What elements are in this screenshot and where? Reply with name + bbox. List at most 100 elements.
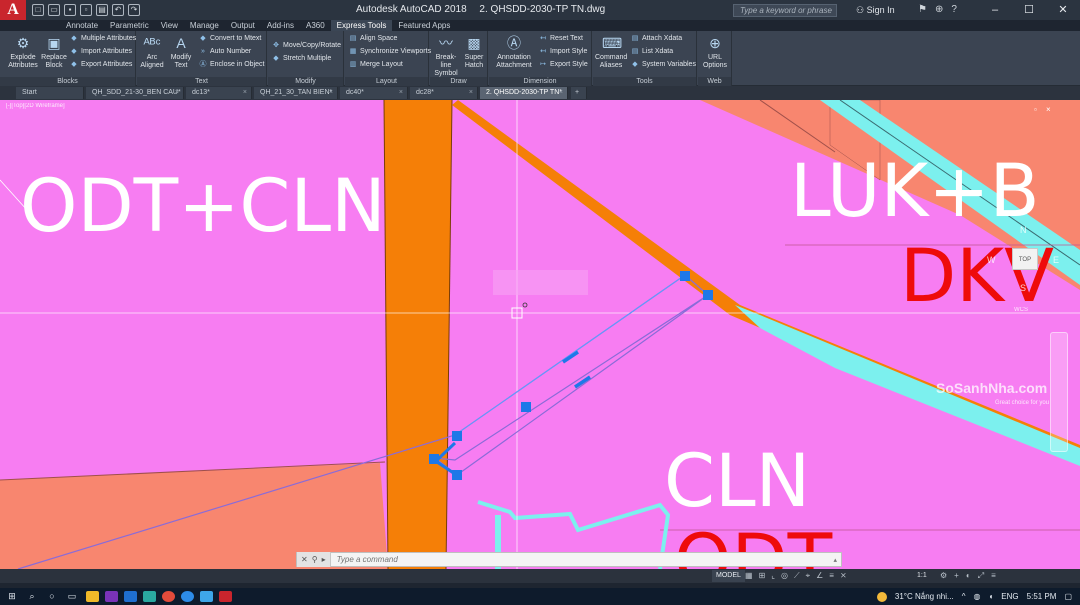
- cortana-icon[interactable]: ○: [44, 590, 60, 603]
- grip-handle[interactable]: [703, 290, 713, 300]
- search-icon[interactable]: ⌕: [24, 590, 40, 603]
- move-copy-rotate-button[interactable]: ✥ Move/Copy/Rotate: [272, 41, 341, 51]
- isolate-icon[interactable]: ◐: [966, 570, 971, 582]
- panel-title-modify[interactable]: Modify: [268, 77, 343, 86]
- save-icon[interactable]: ▪: [64, 4, 76, 16]
- cart-icon[interactable]: ⚑: [918, 4, 927, 15]
- close-tab-icon[interactable]: ×: [175, 87, 179, 99]
- doc-tab-dc40[interactable]: dc40* ×: [340, 87, 408, 99]
- explode-attributes-button[interactable]: ⚙ Explode Attributes: [8, 34, 38, 70]
- fullscreen-icon[interactable]: ⤢: [978, 570, 984, 582]
- close-tab-icon[interactable]: ×: [559, 87, 563, 99]
- import-style-button[interactable]: ↤ Import Style: [539, 47, 587, 57]
- doc-tab-dc13[interactable]: dc13* ×: [186, 87, 252, 99]
- snap-icon[interactable]: ⊞: [759, 570, 766, 582]
- annotation-scale[interactable]: 1:1: [917, 570, 927, 582]
- tab-featured-apps[interactable]: Featured Apps: [392, 20, 456, 31]
- browser-icon[interactable]: [181, 591, 194, 602]
- tab-manage[interactable]: Manage: [184, 20, 225, 31]
- doc-tab-ben-cau[interactable]: QH_SDD_21-30_BEN CAU* ×: [86, 87, 184, 99]
- viewcube[interactable]: N W E S TOP WCS: [985, 225, 1065, 313]
- reset-text-button[interactable]: ↤ Reset Text: [539, 34, 583, 44]
- auto-number-button[interactable]: » Auto Number: [199, 47, 251, 57]
- panel-title-blocks[interactable]: Blocks: [0, 77, 135, 86]
- recent-commands-icon[interactable]: ▸: [322, 555, 326, 564]
- viewcube-north[interactable]: N: [1020, 225, 1027, 235]
- tab-parametric[interactable]: Parametric: [104, 20, 155, 31]
- model-space-button[interactable]: MODEL: [712, 570, 745, 582]
- search-input[interactable]: Type a keyword or phrase: [733, 4, 837, 17]
- volume-icon[interactable]: ◖: [988, 592, 993, 601]
- annotation-scale-icon[interactable]: ⨯: [840, 570, 847, 582]
- panel-title-web[interactable]: Web: [698, 77, 731, 86]
- redo-icon[interactable]: ↷: [128, 4, 140, 16]
- lineweight-icon[interactable]: ≡: [829, 570, 834, 582]
- autocad-logo-icon[interactable]: A: [0, 0, 26, 20]
- close-command-icon[interactable]: ✕: [301, 555, 308, 564]
- panel-title-layout[interactable]: Layout: [345, 77, 428, 86]
- panel-title-dimension[interactable]: Dimension: [489, 77, 591, 86]
- isodraft-icon[interactable]: ⟋: [794, 570, 800, 582]
- tab-view[interactable]: View: [155, 20, 184, 31]
- modify-text-button[interactable]: A Modify Text: [167, 34, 195, 70]
- attach-xdata-button[interactable]: ▤ Attach Xdata: [631, 34, 682, 44]
- wcs-menu[interactable]: WCS: [1014, 307, 1028, 313]
- otrack-icon[interactable]: ∠: [816, 570, 823, 582]
- tab-add-ins[interactable]: Add-ins: [261, 20, 300, 31]
- open-file-icon[interactable]: ▭: [48, 4, 60, 16]
- new-tab-button[interactable]: +: [571, 87, 587, 99]
- navigation-bar[interactable]: [1050, 332, 1068, 452]
- tray-overflow-icon[interactable]: ^: [962, 592, 966, 601]
- save-as-icon[interactable]: ▫: [80, 4, 92, 16]
- file-explorer-icon[interactable]: [86, 591, 99, 602]
- multiple-attributes-button[interactable]: ◆ Multiple Attributes: [70, 34, 136, 44]
- panel-title-text[interactable]: Text: [137, 77, 266, 86]
- workspace-gear-icon[interactable]: ⚙: [940, 570, 947, 582]
- close-tab-icon[interactable]: ×: [399, 87, 403, 99]
- app-icon[interactable]: [143, 591, 156, 602]
- break-line-symbol-button[interactable]: 〰 Break-line Symbol: [432, 34, 460, 78]
- command-history-icon[interactable]: ▴: [833, 556, 841, 564]
- help-icon[interactable]: ?: [951, 4, 957, 15]
- grid-icon[interactable]: ▦: [745, 570, 753, 582]
- weather-text[interactable]: 31°C Nắng nhi...: [895, 592, 954, 601]
- tab-a360[interactable]: A360: [300, 20, 331, 31]
- sign-in-button[interactable]: ⚇ Sign In: [856, 5, 895, 16]
- photoshop-icon[interactable]: [124, 591, 137, 602]
- arc-aligned-button[interactable]: ᴬᴮᶜ Arc Aligned: [139, 34, 165, 70]
- tab-express-tools[interactable]: Express Tools: [330, 20, 393, 31]
- viewport-restore-icon[interactable]: ▫: [1034, 105, 1037, 114]
- close-tab-icon[interactable]: ×: [243, 87, 247, 99]
- customize-status-icon[interactable]: ≡: [991, 570, 996, 582]
- doc-tab-qhsdd[interactable]: 2. QHSDD-2030-TP TN* ×: [480, 87, 568, 99]
- viewcube-top-face[interactable]: TOP: [1012, 248, 1038, 270]
- close-tab-icon[interactable]: ×: [469, 87, 473, 99]
- viewport-close-icon[interactable]: ×: [1046, 105, 1051, 114]
- export-style-button[interactable]: ↦ Export Style: [539, 60, 588, 70]
- drawing-canvas[interactable]: [-][Top][2D Wireframe] ODT+CLN LUK+B CLN…: [0, 100, 1080, 569]
- minimize-icon[interactable]: –: [978, 0, 1012, 20]
- grip-handle[interactable]: [452, 431, 462, 441]
- command-input[interactable]: [330, 553, 834, 566]
- command-aliases-button[interactable]: ⌨ Command Aliases: [595, 34, 627, 70]
- merge-layout-button[interactable]: ▥ Merge Layout: [349, 60, 403, 70]
- viewcube-east[interactable]: E: [1053, 255, 1059, 265]
- align-space-button[interactable]: ▤ Align Space: [349, 34, 398, 44]
- grip-handle[interactable]: [521, 402, 531, 412]
- notifications-icon[interactable]: ▢: [1064, 592, 1072, 601]
- language-indicator[interactable]: ENG: [1001, 592, 1018, 601]
- clock[interactable]: 5:51 PM: [1027, 592, 1057, 601]
- list-xdata-button[interactable]: ▤ List Xdata: [631, 47, 673, 57]
- url-options-button[interactable]: ⊕ URL Options: [700, 34, 730, 70]
- viewport-controls[interactable]: [-][Top][2D Wireframe]: [6, 103, 65, 109]
- chrome-icon[interactable]: [162, 591, 175, 602]
- task-view-icon[interactable]: ▭: [64, 590, 80, 603]
- close-tab-icon[interactable]: ×: [329, 87, 333, 99]
- system-variables-button[interactable]: ◆ System Variables: [631, 60, 696, 70]
- undo-icon[interactable]: ↶: [112, 4, 124, 16]
- zalo-icon[interactable]: [200, 591, 213, 602]
- doc-tab-dc28[interactable]: dc28* ×: [410, 87, 478, 99]
- network-icon[interactable]: ◍: [973, 592, 980, 601]
- premiere-icon[interactable]: [105, 591, 118, 602]
- convert-to-mtext-button[interactable]: ◆ Convert to Mtext: [199, 34, 261, 44]
